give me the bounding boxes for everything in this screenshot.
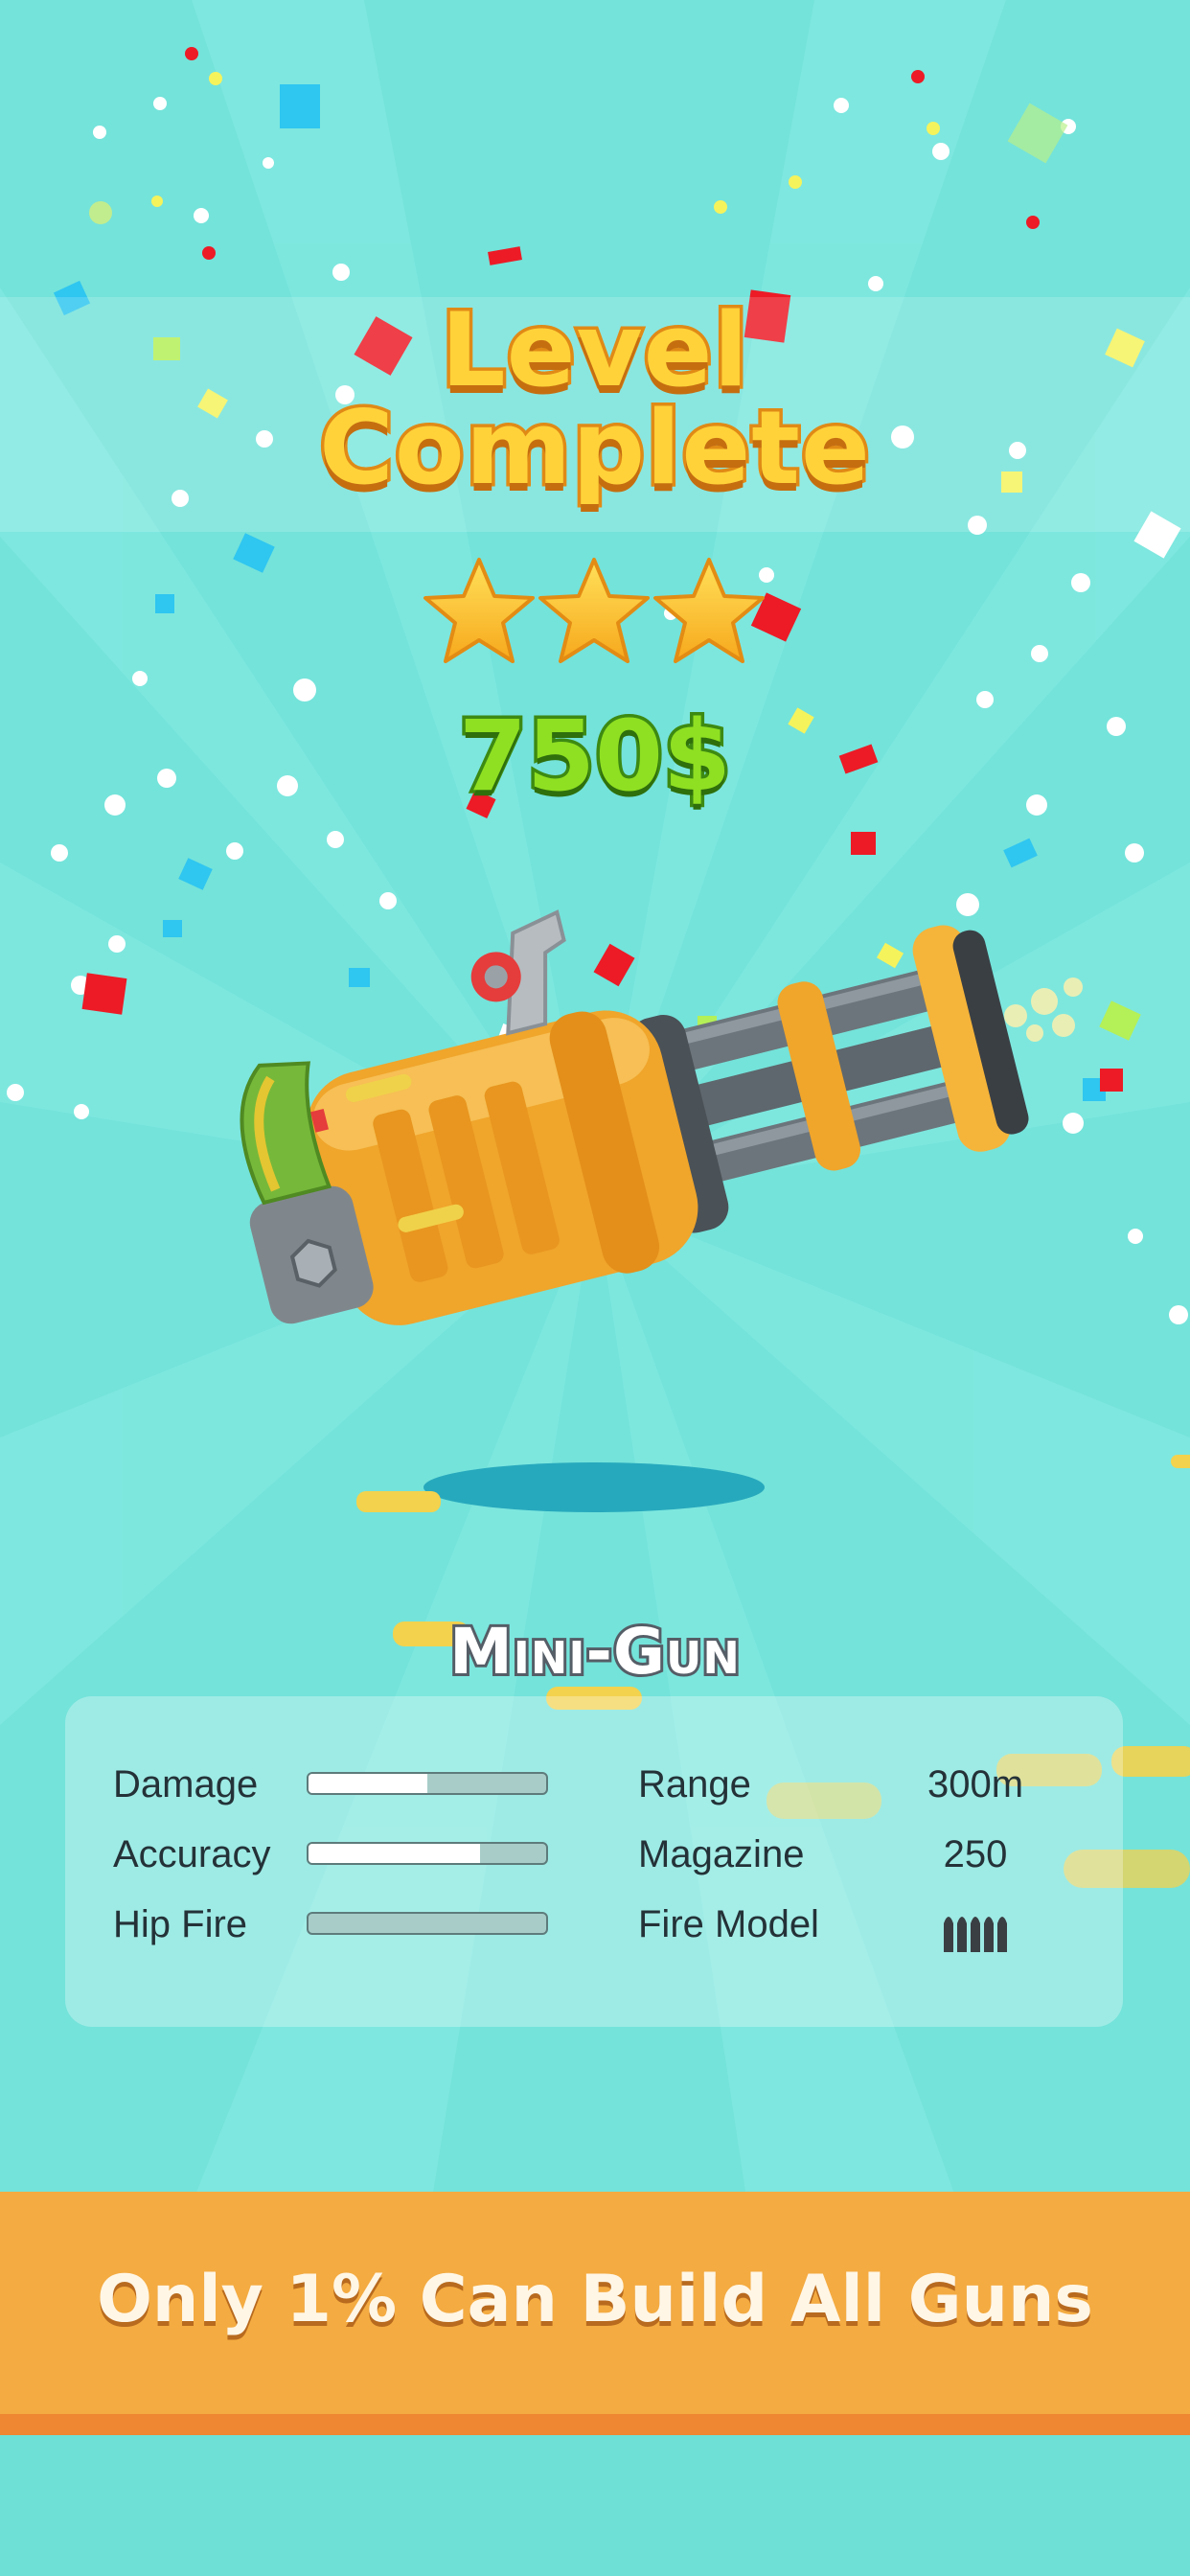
accuracy-bar-fill bbox=[309, 1844, 480, 1863]
stat-label-range: Range bbox=[638, 1763, 751, 1806]
weapon-stats-panel: Damage Accuracy Hip Fire Range 300m Maga… bbox=[65, 1696, 1123, 2027]
accuracy-bar bbox=[307, 1842, 548, 1865]
stat-label-magazine: Magazine bbox=[638, 1833, 805, 1875]
stat-value-range: 300m bbox=[927, 1763, 1024, 1806]
damage-bar-fill bbox=[309, 1774, 427, 1793]
stat-value-magazine: 250 bbox=[943, 1833, 1008, 1875]
hip-fire-bar bbox=[307, 1912, 548, 1935]
stat-label-fire-model: Fire Model bbox=[638, 1903, 819, 1945]
promo-banner-text: Only 1% Can Build All Guns bbox=[97, 2262, 1093, 2337]
stat-label-damage: Damage bbox=[113, 1763, 259, 1806]
stat-label-hip-fire: Hip Fire bbox=[113, 1903, 248, 1945]
minigun-illustration bbox=[240, 909, 1190, 1888]
damage-bar bbox=[307, 1772, 548, 1795]
burst-bullets-icon bbox=[944, 1917, 1007, 1952]
promo-banner-stripe bbox=[0, 2414, 1190, 2435]
weapon-name: Mini-Gun bbox=[446, 1612, 743, 1691]
stat-label-accuracy: Accuracy bbox=[113, 1833, 271, 1875]
